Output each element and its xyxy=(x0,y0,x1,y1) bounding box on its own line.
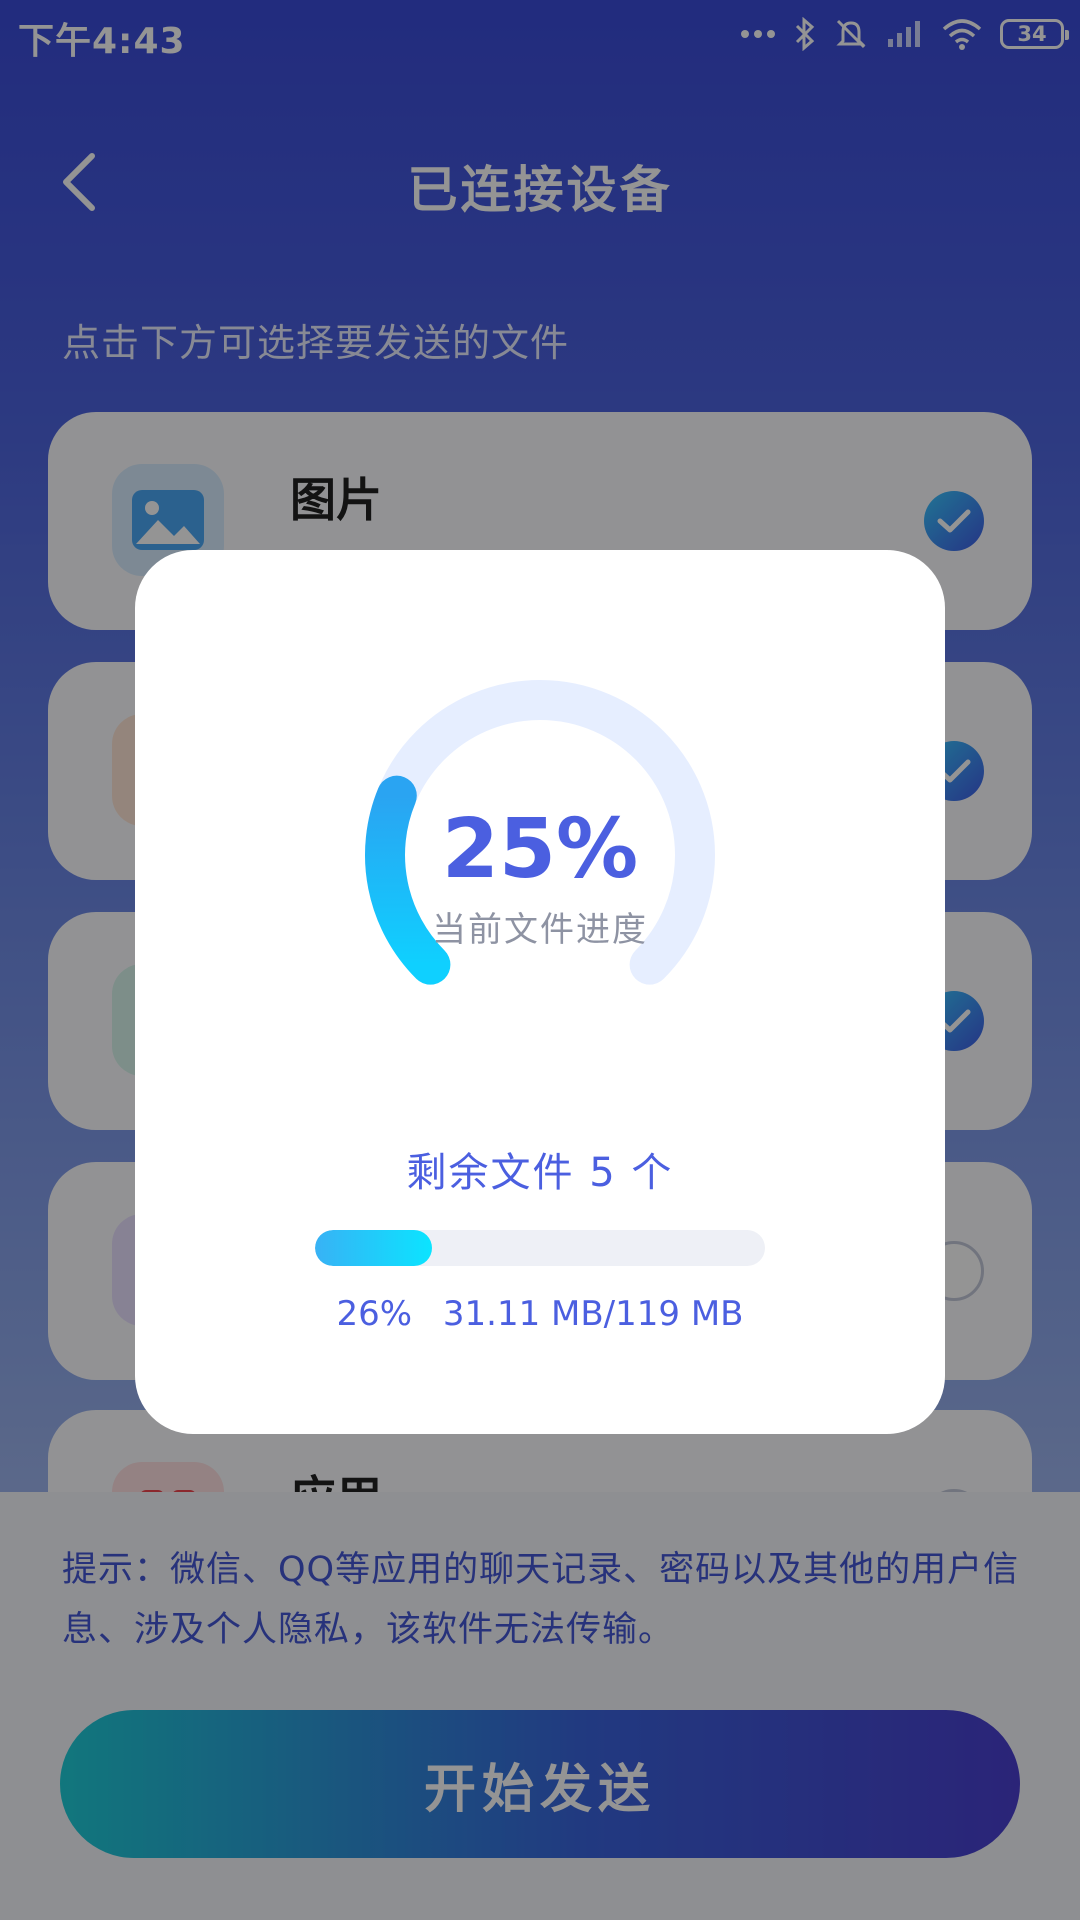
total-progress-fill xyxy=(315,1230,432,1266)
total-progress-bar xyxy=(315,1230,765,1266)
transfer-progress-dialog: 25% 当前文件进度 剩余文件 5 个 26% 31.11 MB/119 MB xyxy=(135,550,945,1434)
current-file-label: 当前文件进度 xyxy=(432,910,648,950)
total-size: 31.11 MB/119 MB xyxy=(442,1294,744,1334)
total-progress-text: 26% 31.11 MB/119 MB xyxy=(135,1294,945,1334)
total-percent: 26% xyxy=(336,1294,413,1334)
remaining-files-text: 剩余文件 5 个 xyxy=(406,1150,674,1196)
current-file-percent: 25% xyxy=(441,802,639,897)
